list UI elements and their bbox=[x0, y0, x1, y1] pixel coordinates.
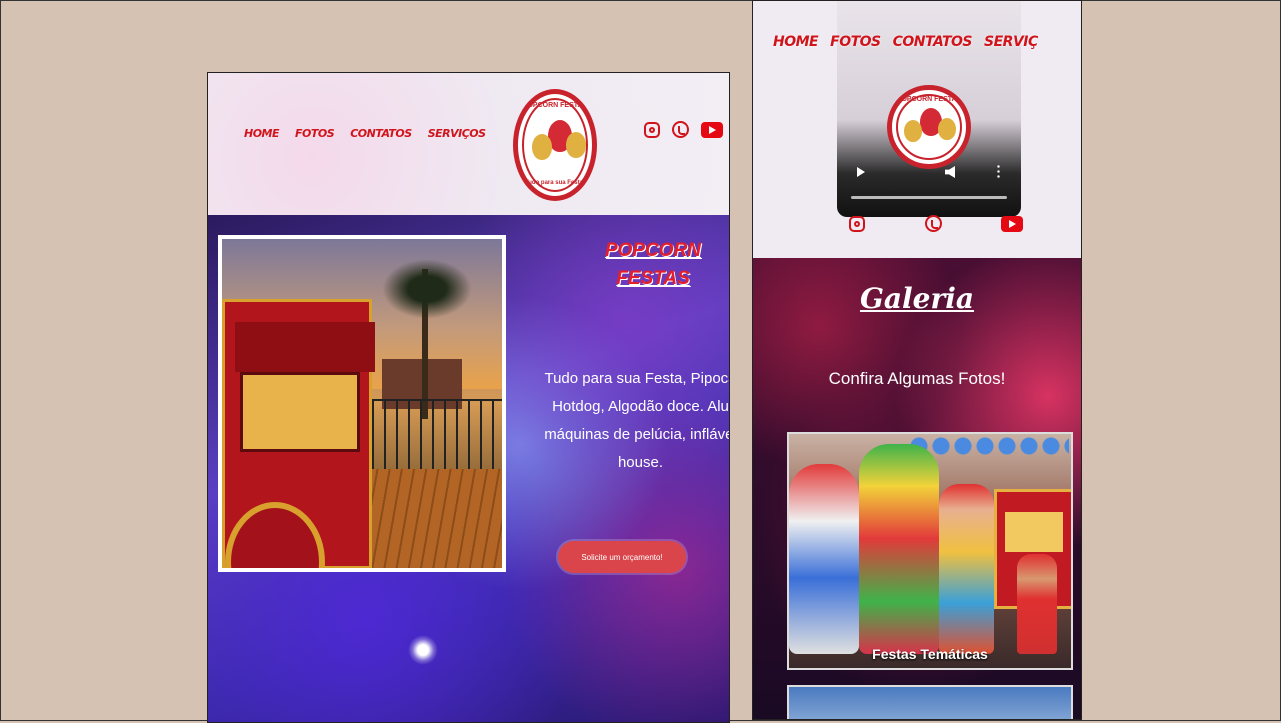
desktop-preview: HOME FOTOS CONTATOS SERVIÇOS POPCORN FES… bbox=[207, 72, 730, 723]
balloon-icon bbox=[566, 132, 586, 158]
gallery-title: Galeria bbox=[859, 282, 975, 315]
more-options-icon[interactable] bbox=[997, 164, 1000, 178]
balloon-icon bbox=[938, 118, 956, 140]
hero-section: POPCORN FESTAS Tudo para sua Festa, Pipo… bbox=[208, 215, 729, 722]
hero-desc-line: Hotdog, Algodão doce. Alu bbox=[552, 398, 729, 415]
photo-palm-leaves bbox=[382, 259, 472, 319]
logo-tagline: Tudo para sua Festa! bbox=[525, 180, 585, 186]
hero-desc-line: house. bbox=[617, 454, 664, 471]
play-icon[interactable] bbox=[857, 167, 865, 177]
gallery-card[interactable] bbox=[787, 685, 1073, 719]
nav-servicos-link[interactable]: SERVIÇ bbox=[984, 34, 1038, 50]
hero-title-line1: POPCORN bbox=[604, 240, 702, 261]
photo-person bbox=[939, 484, 994, 654]
whatsapp-icon[interactable] bbox=[672, 121, 689, 138]
cart-wheel bbox=[225, 502, 325, 568]
cart-roof bbox=[235, 322, 375, 372]
logo-name: POPCORN FESTAS bbox=[522, 102, 588, 109]
gallery-section: Galeria Confira Algumas Fotos! Festas Te… bbox=[753, 258, 1081, 719]
hero-description: Tudo para sua Festa, Pipoca Hotdog, Algo… bbox=[533, 365, 730, 477]
gallery-subtitle: Confira Algumas Fotos! bbox=[828, 369, 1006, 388]
hero-title: POPCORN FESTAS bbox=[588, 237, 718, 293]
hero-photo bbox=[218, 235, 506, 572]
gallery-card-caption: Festas Temáticas bbox=[872, 646, 988, 662]
youtube-icon[interactable] bbox=[1001, 215, 1023, 232]
whatsapp-icon[interactable] bbox=[924, 215, 942, 232]
nav-servicos-link[interactable]: SERVIÇOS bbox=[428, 127, 486, 140]
social-links bbox=[644, 121, 723, 138]
instagram-icon[interactable] bbox=[644, 121, 660, 138]
nav-home-link[interactable]: HOME bbox=[244, 127, 280, 140]
gallery-card[interactable]: Festas Temáticas bbox=[787, 432, 1073, 670]
nav-contatos-link[interactable]: CONTATOS bbox=[893, 34, 973, 50]
logo-name: POPCORN FESTAS bbox=[896, 96, 962, 103]
balloon-icon bbox=[904, 120, 922, 142]
nav-fotos-link[interactable]: FOTOS bbox=[295, 127, 335, 140]
social-links bbox=[849, 215, 1023, 232]
photo-cart-window bbox=[1005, 512, 1063, 552]
brand-logo: POPCORN FESTAS bbox=[887, 85, 971, 169]
hero-desc-line: Tudo para sua Festa, Pipoca bbox=[544, 370, 730, 387]
mobile-nav: HOME FOTOS CONTATOS SERVIÇ bbox=[773, 34, 1038, 50]
mobile-preview: POPCORN FESTAS HOME FOTOS CONTATOS SERVI… bbox=[752, 0, 1082, 720]
brand-logo[interactable]: POPCORN FESTAS Tudo para sua Festa! bbox=[513, 89, 597, 201]
site-header: HOME FOTOS CONTATOS SERVIÇOS POPCORN FES… bbox=[208, 73, 729, 215]
popcorn-cart bbox=[222, 299, 375, 568]
youtube-icon[interactable] bbox=[701, 121, 723, 138]
nav-contatos-link[interactable]: CONTATOS bbox=[350, 127, 412, 140]
hero-desc-line: máquinas de pelúcia, inflávei bbox=[544, 426, 730, 443]
photo-clown bbox=[859, 444, 939, 654]
nav-home-link[interactable]: HOME bbox=[773, 34, 819, 50]
photo-clown bbox=[789, 464, 859, 654]
hero-title-line2: FESTAS bbox=[616, 268, 690, 289]
balloon-icon bbox=[532, 134, 552, 160]
photo-person bbox=[1017, 554, 1057, 654]
nav-fotos-link[interactable]: FOTOS bbox=[830, 34, 881, 50]
mobile-header: POPCORN FESTAS HOME FOTOS CONTATOS SERVI… bbox=[753, 1, 1081, 258]
quote-request-button[interactable]: Solicite um orçamento! bbox=[558, 541, 686, 573]
sparkle-light bbox=[408, 635, 438, 665]
video-progress-bar[interactable] bbox=[851, 196, 1007, 199]
volume-icon[interactable] bbox=[945, 166, 955, 178]
main-nav: HOME FOTOS CONTATOS SERVIÇOS bbox=[244, 127, 486, 140]
photo-balloons bbox=[909, 434, 1069, 458]
cart-window bbox=[240, 372, 360, 452]
instagram-icon[interactable] bbox=[849, 215, 865, 232]
